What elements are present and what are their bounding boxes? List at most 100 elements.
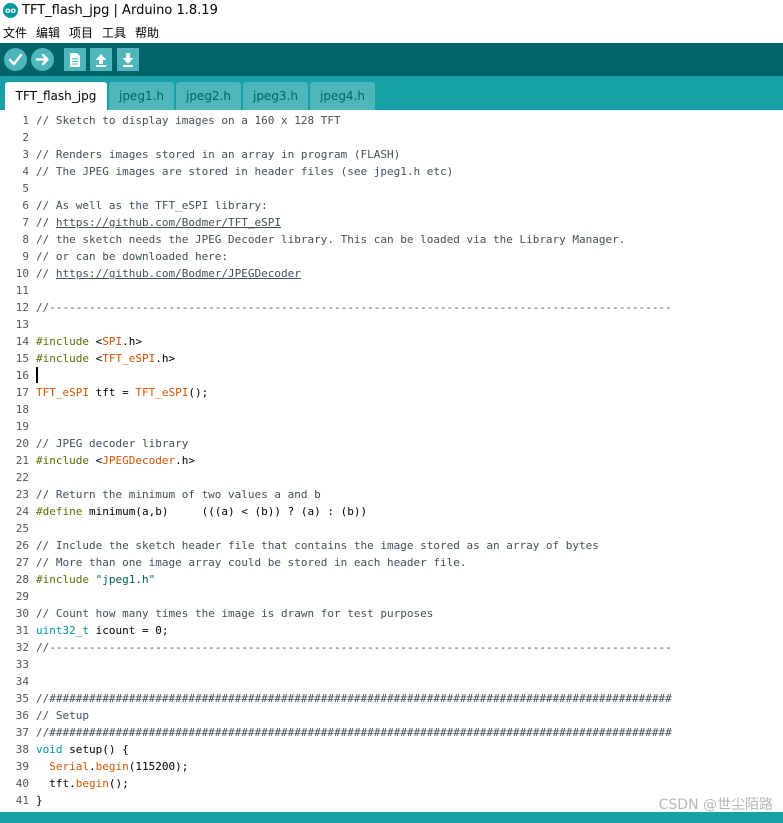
menu-sketch[interactable]: 项目: [69, 24, 93, 41]
code-line: 11: [0, 282, 783, 299]
line-code: // As well as the TFT_eSPI library:: [36, 197, 268, 214]
code-line: 12 //------------------------------------…: [0, 299, 783, 316]
menu-edit[interactable]: 编辑: [36, 24, 60, 41]
line-code: #include <JPEGDecoder.h>: [36, 452, 195, 469]
code-token: }: [36, 794, 43, 807]
code-line: 4 // The JPEG images are stored in header…: [0, 163, 783, 180]
line-code: // Include the sketch header file that c…: [36, 537, 599, 554]
code-line: 7 // https://github.com/Bodmer/TFT_eSPI: [0, 214, 783, 231]
menu-help[interactable]: 帮助: [135, 24, 159, 41]
line-code: }: [36, 792, 43, 809]
code-line: 34: [0, 673, 783, 690]
code-token: .h>: [175, 454, 195, 467]
line-number: 38: [15, 743, 29, 756]
code-line: 38 void setup() {: [0, 741, 783, 758]
code-token: //: [36, 267, 56, 280]
tab-tft-flash-jpg[interactable]: TFT_flash_jpg: [5, 82, 107, 110]
line-code: #include "jpeg1.h": [36, 571, 155, 588]
code-token: // JPEG decoder library: [36, 437, 189, 450]
line-code: Serial.begin(115200);: [36, 758, 188, 775]
tab-jpeg4[interactable]: jpeg4.h: [310, 82, 375, 110]
line-number: 22: [15, 471, 29, 484]
code-token: TFT_eSPI: [36, 386, 89, 399]
code-token: //######################################…: [36, 726, 672, 739]
menu-file[interactable]: 文件: [3, 24, 27, 41]
code-line: 19: [0, 418, 783, 435]
line-code: // The JPEG images are stored in header …: [36, 163, 453, 180]
code-line: 3 // Renders images stored in an array in…: [0, 146, 783, 163]
code-line: 35 //####################################…: [0, 690, 783, 707]
line-code: // Setup: [36, 707, 89, 724]
watermark: CSDN @世尘陌路: [658, 797, 773, 813]
verify-button[interactable]: [4, 48, 27, 71]
code-token: // Include the sketch header file that c…: [36, 539, 599, 552]
upload-button[interactable]: [31, 48, 54, 71]
open-button[interactable]: [90, 48, 112, 71]
code-line: 22: [0, 469, 783, 486]
line-number: 33: [15, 658, 29, 671]
code-token: // or can be downloaded here:: [36, 250, 229, 263]
line-code: void setup() {: [36, 741, 129, 758]
code-token: begin: [95, 760, 129, 773]
window-title: TFT_flash_jpg | Arduino 1.8.19: [22, 3, 218, 18]
code-line: 30 // Count how many times the image is d…: [0, 605, 783, 622]
line-code: // Return the minimum of two values a an…: [36, 486, 321, 503]
code-token: // More than one image array could be st…: [36, 556, 467, 569]
code-token: // The JPEG images are stored in header …: [36, 165, 454, 178]
new-button[interactable]: [64, 48, 86, 71]
line-number: 25: [15, 522, 29, 535]
code-token: minimum(a,b) (((a) < (b)) ? (a) : (b)): [82, 505, 368, 518]
line-number: 13: [15, 318, 29, 331]
line-number: 31: [15, 624, 29, 637]
line-number: 40: [15, 777, 29, 790]
code-token: //######################################…: [36, 692, 672, 705]
code-line: 39 Serial.begin(115200);: [0, 758, 783, 775]
code-token: // Count how many times the image is dra…: [36, 607, 434, 620]
tab-jpeg3[interactable]: jpeg3.h: [243, 82, 308, 110]
code-token: #include: [36, 573, 89, 586]
code-token: // Return the minimum of two values a an…: [36, 488, 321, 501]
code-token: #include: [36, 335, 89, 348]
line-code: TFT_eSPI tft = TFT_eSPI();: [36, 384, 208, 401]
line-number: 10: [15, 267, 29, 280]
line-number: 41: [15, 794, 29, 807]
line-code: // https://github.com/Bodmer/JPEGDecoder: [36, 265, 301, 282]
line-number: 15: [15, 352, 29, 365]
code-token: #define: [36, 505, 83, 518]
line-number: 7: [22, 216, 29, 229]
line-number: 32: [15, 641, 29, 654]
code-line: 9 // or can be downloaded here:: [0, 248, 783, 265]
verify-icon: [8, 53, 23, 66]
code-token: setup() {: [62, 743, 129, 756]
save-button[interactable]: [117, 48, 139, 71]
code-token: https://github.com/Bodmer/TFT_eSPI: [55, 216, 282, 229]
code-token: .h>: [122, 335, 142, 348]
save-icon: [122, 52, 134, 67]
code-token: .: [89, 760, 96, 773]
code-line: 20 // JPEG decoder library: [0, 435, 783, 452]
code-line: 16: [0, 367, 783, 384]
tab-jpeg1[interactable]: jpeg1.h: [109, 82, 174, 110]
arduino-logo-icon: oo: [3, 3, 18, 18]
menu-tools[interactable]: 工具: [102, 24, 126, 41]
code-line: 29: [0, 588, 783, 605]
code-line: 37 //####################################…: [0, 724, 783, 741]
code-token: //--------------------------------------…: [36, 301, 672, 314]
code-token: TFT_eSPI: [135, 386, 189, 399]
line-code: // JPEG decoder library: [36, 435, 188, 452]
code-line: 23 // Return the minimum of two values a …: [0, 486, 783, 503]
line-code: // More than one image array could be st…: [36, 554, 466, 571]
line-number: 2: [22, 131, 29, 144]
line-number: 26: [15, 539, 29, 552]
code-token: SPI: [102, 335, 123, 348]
tab-jpeg2[interactable]: jpeg2.h: [176, 82, 241, 110]
code-token: icount = 0;: [88, 624, 169, 637]
code-line: 5: [0, 180, 783, 197]
code-line: 14 #include <SPI.h>: [0, 333, 783, 350]
code-token: TFT_eSPI: [102, 352, 156, 365]
code-editor[interactable]: 1 // Sketch to display images on a 160 x …: [0, 110, 783, 812]
tab-bar: TFT_flash_jpg jpeg1.h jpeg2.h jpeg3.h jp…: [0, 76, 783, 110]
code-line: 40 tft.begin();: [0, 775, 783, 792]
code-line: 18: [0, 401, 783, 418]
code-line: 26 // Include the sketch header file that…: [0, 537, 783, 554]
